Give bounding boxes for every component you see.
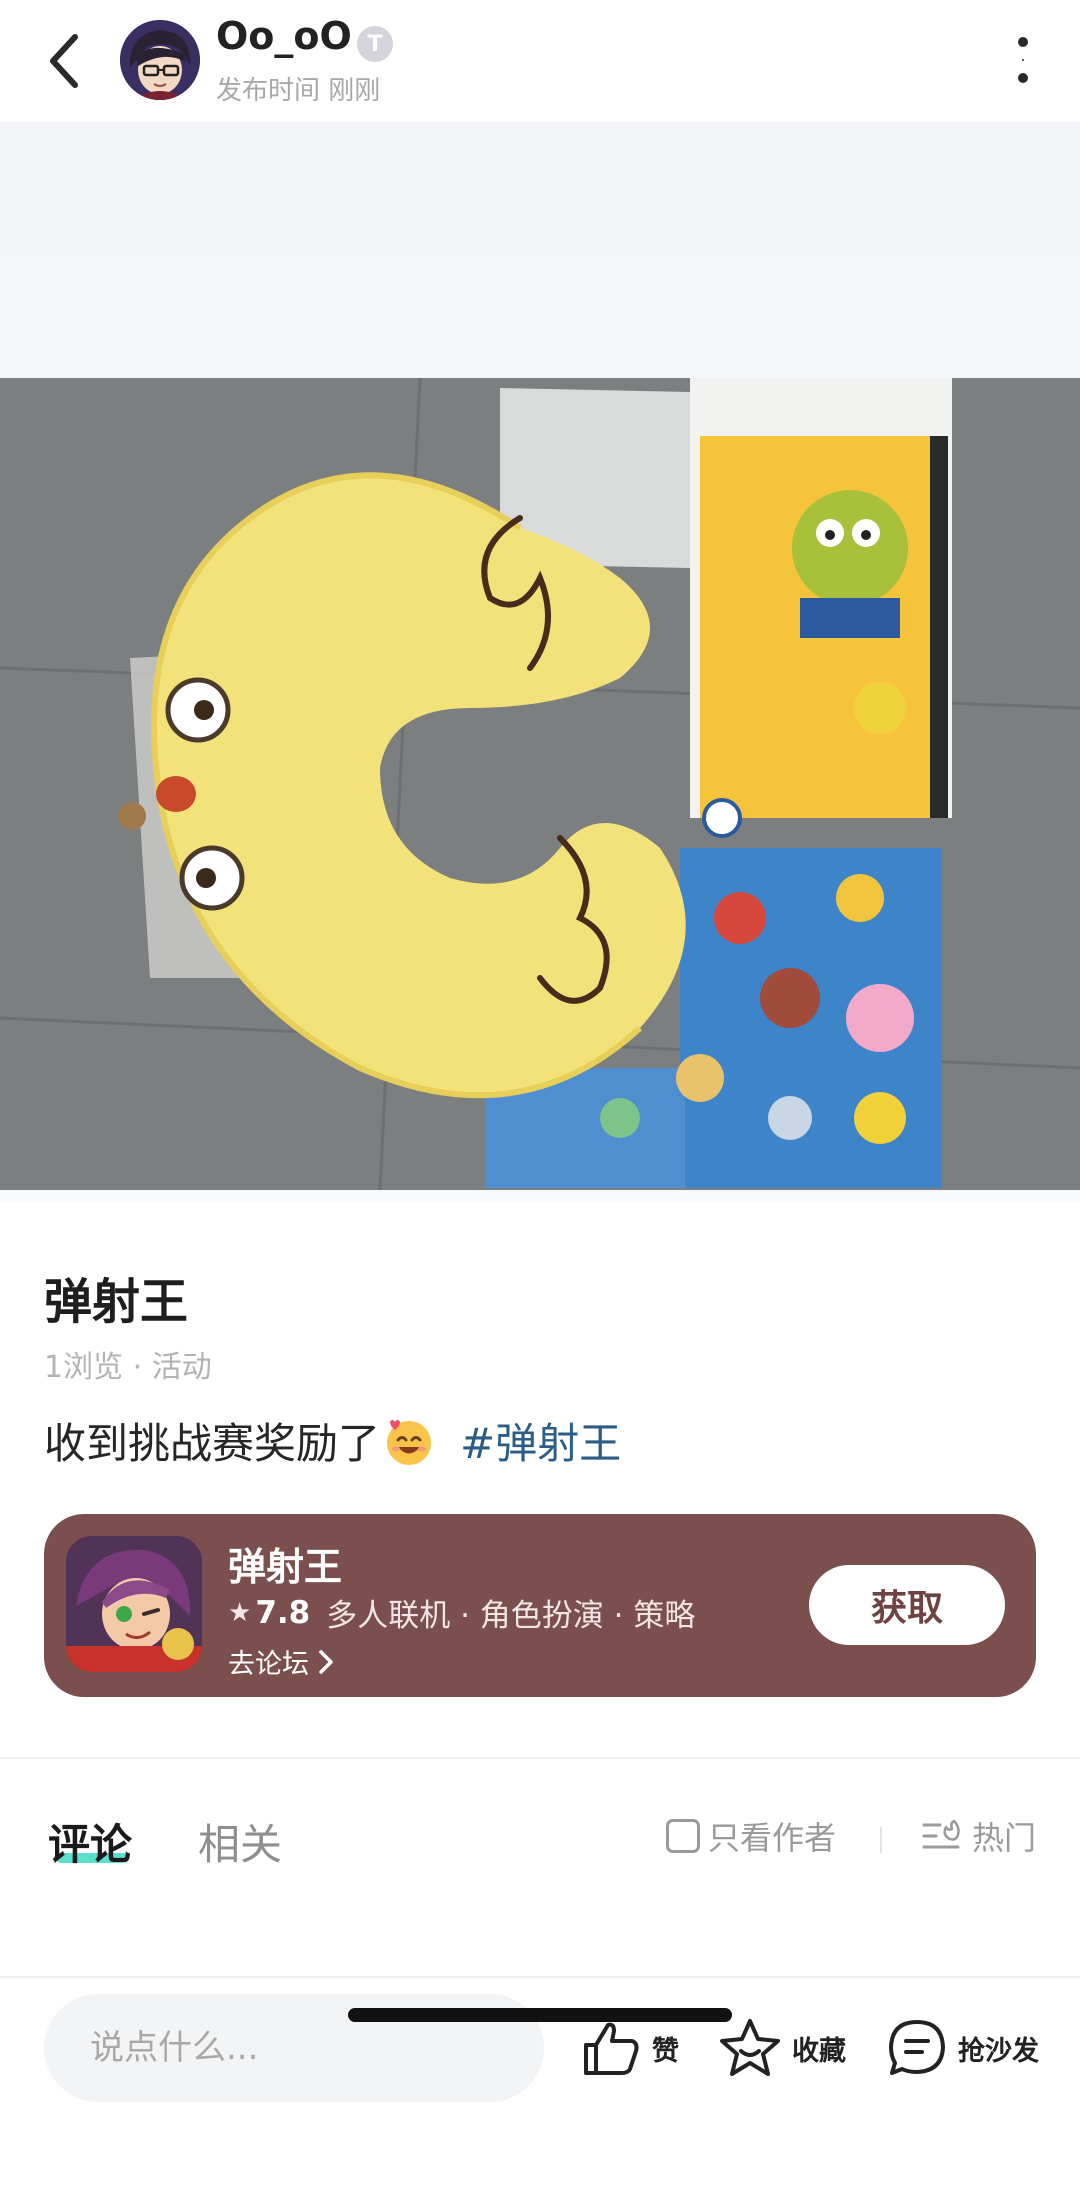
post-photo[interactable]	[0, 378, 1080, 1190]
post-meta: 1浏览 · 活动	[44, 1350, 212, 1385]
game-name: 弹射王	[228, 1545, 343, 1589]
post-body-text: 收到挑战赛奖励了	[44, 1419, 381, 1468]
forum-link[interactable]: 去论坛	[228, 1642, 337, 1681]
sort-icon	[922, 1819, 960, 1849]
post-body: 收到挑战赛奖励了 #弹射王	[44, 1410, 621, 1471]
sort-label: 热门	[972, 1819, 1037, 1857]
comment-label: 抢沙发	[958, 2035, 1039, 2067]
tab-related[interactable]: 相关	[198, 1811, 282, 1872]
checkbox-icon[interactable]	[666, 1819, 700, 1853]
more-vertical-icon	[1018, 37, 1028, 83]
username[interactable]: Oo_oO	[216, 14, 352, 58]
tab-comments[interactable]: 评论	[48, 1811, 132, 1872]
top-header: Oo_oO T 发布时间 刚刚	[0, 0, 1080, 122]
comment-button[interactable]: 抢沙发	[886, 2012, 1039, 2084]
more-options-button[interactable]	[1000, 28, 1046, 92]
post-time: 发布时间 刚刚	[216, 76, 381, 106]
divider	[880, 1827, 882, 1853]
game-rating-row: ★ 7.8 多人联机 · 角色扮演 · 策略	[228, 1590, 695, 1635]
post-title: 弹射王	[44, 1274, 189, 1330]
only-author-toggle[interactable]: 只看作者	[666, 1813, 836, 1859]
favorite-label: 收藏	[792, 2035, 846, 2067]
post-content: 弹射王 1浏览 · 活动 收到挑战赛奖励了 #弹射王 弹射王 ★ 7.8 多人联…	[0, 1202, 1080, 1757]
thumb-up-icon	[584, 2022, 639, 2075]
back-arrow-icon	[50, 34, 78, 88]
game-icon	[66, 1536, 202, 1672]
game-card[interactable]: 弹射王 ★ 7.8 多人联机 · 角色扮演 · 策略 去论坛 获取	[44, 1514, 1036, 1697]
favorite-button[interactable]: 收藏	[718, 2012, 846, 2084]
hashtag-link[interactable]: #弹射王	[460, 1410, 621, 1471]
comment-tabs: 评论 相关 只看作者 热门	[0, 1757, 1080, 1891]
only-author-label: 只看作者	[708, 1819, 837, 1857]
get-game-button[interactable]: 获取	[809, 1565, 1005, 1645]
like-label: 赞	[652, 2035, 679, 2067]
media-area	[0, 122, 1080, 1202]
avatar[interactable]	[120, 20, 200, 100]
game-tags: 多人联机 · 角色扮演 · 策略	[326, 1598, 696, 1634]
star-icon: ★	[228, 1597, 252, 1628]
forum-link-label: 去论坛	[228, 1649, 309, 1680]
like-button[interactable]: 赞	[580, 2012, 679, 2084]
comment-list	[0, 1891, 1080, 1976]
back-button[interactable]	[36, 30, 92, 92]
home-indicator	[348, 2008, 732, 2022]
game-rating: 7.8	[255, 1594, 311, 1631]
chevron-right-icon	[319, 1649, 333, 1674]
verify-badge: T	[357, 26, 393, 62]
smiling-hearts-emoji-icon	[387, 1419, 432, 1465]
comment-bubble-icon	[889, 2020, 945, 2075]
sort-hot-button[interactable]: 热门	[922, 1813, 1036, 1859]
star-outline-icon	[720, 2019, 780, 2076]
